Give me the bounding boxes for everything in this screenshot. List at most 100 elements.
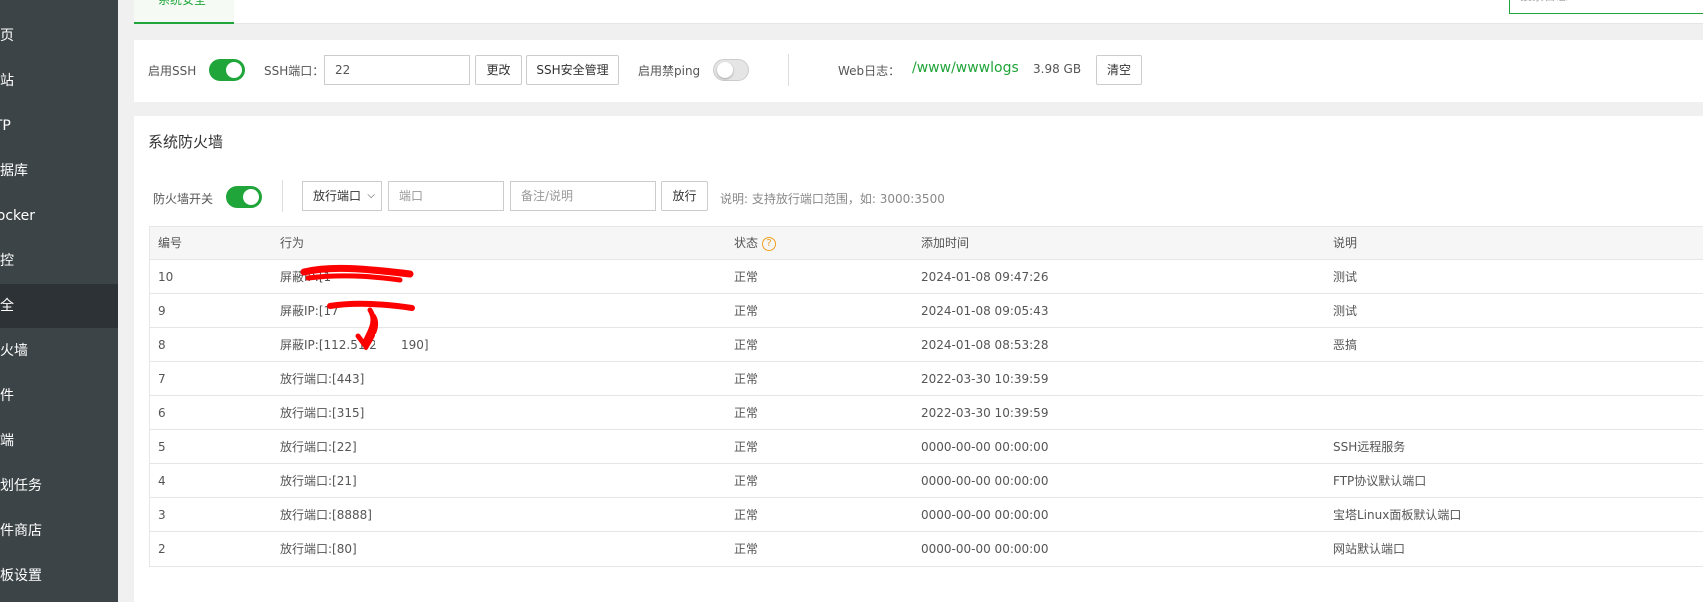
table-row: 9 屏蔽IP:[17 正常 2024-01-08 09:05:43 测试 [150, 294, 1703, 328]
cell-action: 屏蔽IP:[112.51.2 [280, 338, 377, 352]
cell-note: 宝塔Linux面板默认端口 [1333, 508, 1462, 522]
cell-status: 正常 [734, 508, 759, 522]
sidebar-item-settings[interactable]: 面板设置 [0, 554, 118, 598]
firewall-switch-label: 防火墙开关 [153, 192, 214, 206]
sidebar-item-files[interactable]: 文件 [0, 374, 118, 418]
cell-action: 放行端口:[315] [280, 406, 365, 420]
sidebar-item-monitor[interactable]: 监控 [0, 239, 118, 283]
col-status-label: 状态 [734, 236, 759, 250]
weblog-size: 3.98 GB [1033, 62, 1082, 76]
cell-note: 测试 [1333, 270, 1358, 284]
cell-status: 正常 [734, 474, 759, 488]
divider [788, 54, 789, 86]
cell-status: 正常 [734, 270, 759, 284]
cell-time: 0000-00-00 00:00:00 [921, 542, 1049, 556]
cell-id: 10 [158, 270, 174, 284]
sidebar-item-store[interactable]: 软件商店 [0, 509, 118, 553]
chevron-down-icon: ⌵ [367, 190, 375, 201]
sidebar-item-label: 安全 [0, 298, 14, 314]
cell-time: 2024-01-08 09:05:43 [921, 304, 1049, 318]
table-row: 10 屏蔽IP:[1 正常 2024-01-08 09:47:26 测试 [150, 260, 1703, 294]
firewall-hint: 说明: 支持放行端口范围，如: 3000:3500 [720, 192, 945, 206]
cell-time: 2022-03-30 10:39:59 [921, 406, 1049, 420]
ssh-port-input[interactable]: 22 [324, 55, 470, 85]
rule-type-select[interactable]: 放行端口 ⌵ [302, 181, 382, 211]
cell-time: 2024-01-08 09:47:26 [921, 270, 1049, 284]
sidebar-item-firewall[interactable]: 防火墙 [0, 329, 118, 373]
firewall-title: 系统防火墙 [148, 133, 224, 151]
sidebar-item-label: Docker [0, 208, 36, 224]
partial-ip-suffix: 190] [401, 338, 429, 352]
cell-time: 0000-00-00 00:00:00 [921, 440, 1049, 454]
firewall-toggle[interactable] [226, 186, 262, 208]
table-row: 4 放行端口:[21] 正常 0000-00-00 00:00:00 FTP协议… [150, 464, 1703, 498]
firewall-rules-table: 编号 行为 状态? 添加时间 说明 10 屏蔽IP:[1 正常 2024-01-… [149, 226, 1703, 567]
cell-status: 正常 [734, 338, 759, 352]
table-row: 2 放行端口:[80] 正常 0000-00-00 00:00:00 网站默认端… [150, 532, 1703, 566]
table-header: 编号 行为 状态? 添加时间 说明 [150, 227, 1703, 260]
tab-bar: 系统安全 搜索日志 [134, 0, 1703, 24]
table-row: 8 屏蔽IP:[112.51.2 正常 2024-01-08 08:53:28 … [150, 328, 1703, 362]
sidebar-item-label: 监控 [0, 253, 14, 269]
cell-time: 2022-03-30 10:39:59 [921, 372, 1049, 386]
col-status: 状态? [734, 227, 777, 260]
col-note: 说明 [1333, 236, 1358, 250]
cell-note: 测试 [1333, 304, 1358, 318]
ssh-manage-button[interactable]: SSH安全管理 [526, 55, 619, 85]
ssh-panel: 启用SSH SSH端口： 22 更改 SSH安全管理 启用禁ping Web日志… [134, 40, 1703, 102]
cell-status: 正常 [734, 372, 759, 386]
sidebar-item-ftp[interactable]: FTP [0, 104, 118, 148]
cell-id: 8 [158, 338, 166, 352]
cell-action: 放行端口:[8888] [280, 508, 372, 522]
help-icon[interactable]: ? [762, 236, 777, 251]
ssh-port-label: SSH端口： [264, 64, 325, 78]
cell-status: 正常 [734, 406, 759, 420]
sidebar-item-docker[interactable]: Docker [0, 194, 118, 238]
allow-port-button[interactable]: 放行 [661, 181, 708, 211]
search-input[interactable]: 搜索日志 [1509, 0, 1703, 14]
toggle-knob [226, 62, 242, 78]
sidebar-item-label: 文件 [0, 388, 14, 404]
cell-action: 屏蔽IP:[17 [280, 304, 339, 318]
ssh-enable-label: 启用SSH [148, 64, 197, 78]
cell-id: 7 [158, 372, 166, 386]
sidebar-item-label: 计划任务 [0, 478, 42, 494]
sidebar-item-label: 终端 [0, 433, 14, 449]
cell-time: 2024-01-08 08:53:28 [921, 338, 1049, 352]
sidebar-item-cron[interactable]: 计划任务 [0, 464, 118, 508]
clear-logs-button[interactable]: 清空 [1096, 55, 1142, 85]
port-input[interactable]: 端口 [388, 181, 504, 211]
sidebar-item-security[interactable]: 安全 [0, 284, 118, 328]
weblog-path-link[interactable]: /www/wwwlogs [912, 60, 1019, 76]
cell-note: SSH远程服务 [1333, 440, 1406, 454]
tab-system-security[interactable]: 系统安全 [134, 0, 234, 24]
sidebar-item-terminal[interactable]: 终端 [0, 419, 118, 463]
cell-action: 放行端口:[80] [280, 542, 357, 556]
rule-type-value: 放行端口 [313, 189, 362, 203]
cell-id: 3 [158, 508, 166, 522]
cell-id: 9 [158, 304, 166, 318]
col-action: 行为 [280, 236, 305, 250]
sidebar-item-home[interactable]: 首页 [0, 14, 118, 58]
col-time: 添加时间 [921, 236, 970, 250]
ssh-toggle[interactable] [209, 59, 245, 81]
weblog-label: Web日志： [838, 64, 901, 78]
note-input[interactable]: 备注/说明 [510, 181, 656, 211]
firewall-panel: 系统防火墙 防火墙开关 放行端口 ⌵ 端口 备注/说明 放行 说明: 支持放行端… [134, 116, 1703, 602]
sidebar-item-label: 软件商店 [0, 523, 42, 539]
sidebar-item-label: 防火墙 [0, 343, 28, 359]
table-row: 3 放行端口:[8888] 正常 0000-00-00 00:00:00 宝塔L… [150, 498, 1703, 532]
sidebar-item-database[interactable]: 数据库 [0, 149, 118, 193]
sidebar-item-website[interactable]: 网站 [0, 59, 118, 103]
cell-action: 放行端口:[443] [280, 372, 365, 386]
cell-id: 5 [158, 440, 166, 454]
change-port-button[interactable]: 更改 [475, 55, 522, 85]
cell-action: 屏蔽IP:[1 [280, 270, 332, 284]
cell-action: 放行端口:[21] [280, 474, 357, 488]
toggle-knob [243, 189, 259, 205]
cell-status: 正常 [734, 440, 759, 454]
sidebar-item-label: FTP [0, 118, 11, 134]
cell-note: 网站默认端口 [1333, 542, 1406, 556]
ping-toggle[interactable] [713, 59, 749, 81]
col-id: 编号 [158, 236, 183, 250]
